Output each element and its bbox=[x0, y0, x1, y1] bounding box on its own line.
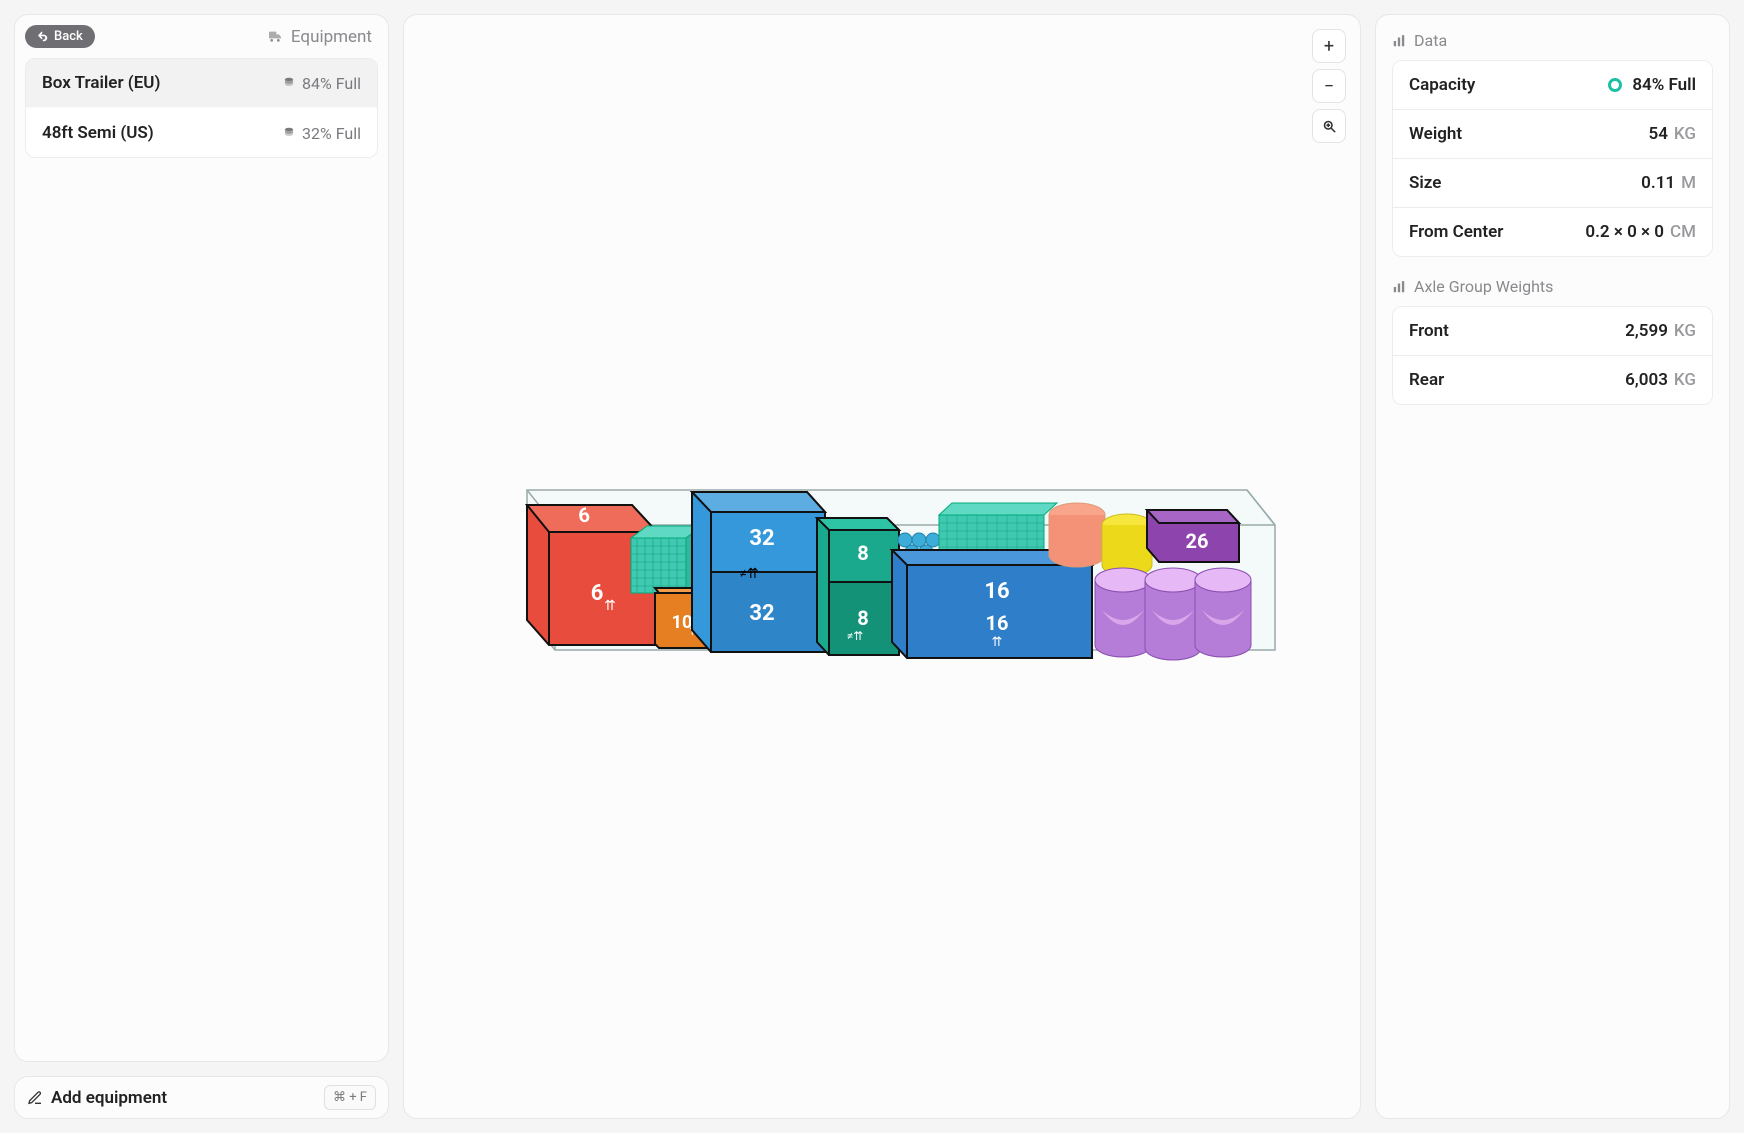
axle-section-title: Axle Group Weights bbox=[1392, 277, 1713, 296]
svg-text:32: 32 bbox=[749, 526, 774, 551]
data-row-capacity: Capacity 84% Full bbox=[1393, 61, 1712, 109]
svg-text:8: 8 bbox=[857, 606, 868, 630]
data-row-size: Size 0.11M bbox=[1393, 158, 1712, 207]
cargo-box-8: 8 8 ≠⇈ bbox=[817, 518, 899, 655]
cargo-box-32: 32 32 ≠⇈ bbox=[692, 492, 825, 652]
svg-text:⇈: ⇈ bbox=[992, 635, 1003, 650]
cargo-drum-yellow bbox=[1102, 514, 1152, 576]
equipment-item-box-trailer[interactable]: Box Trailer (EU) 84% Full bbox=[26, 59, 377, 107]
data-row-from-center: From Center 0.2 × 0 × 0CM bbox=[1393, 207, 1712, 256]
equipment-fill: 32% Full bbox=[282, 124, 361, 143]
capacity-indicator-icon bbox=[1608, 78, 1622, 92]
axle-row-rear: Rear 6,003KG bbox=[1393, 355, 1712, 404]
cargo-box-16: 16 16 ⇈ bbox=[892, 550, 1092, 658]
svg-text:32: 32 bbox=[749, 601, 774, 626]
equipment-name: Box Trailer (EU) bbox=[42, 73, 160, 93]
back-arrow-icon bbox=[37, 31, 49, 43]
cargo-box-26: 26 bbox=[1147, 510, 1239, 562]
cargo-crates-center bbox=[939, 503, 1057, 555]
add-equipment-label: Add equipment bbox=[51, 1088, 167, 1108]
zoom-fit-button[interactable] bbox=[1312, 109, 1346, 143]
cargo-drums-violet bbox=[1095, 568, 1251, 660]
bar-chart-icon bbox=[1392, 34, 1406, 48]
svg-text:6: 6 bbox=[591, 581, 604, 606]
axle-row-front: Front 2,599KG bbox=[1393, 307, 1712, 355]
equipment-header: Equipment bbox=[267, 27, 372, 47]
equipment-name: 48ft Semi (US) bbox=[42, 123, 154, 143]
zoom-fit-icon bbox=[1322, 119, 1337, 134]
svg-text:16: 16 bbox=[986, 611, 1009, 635]
back-label: Back bbox=[54, 29, 83, 44]
data-row-weight: Weight 54KG bbox=[1393, 109, 1712, 158]
back-button[interactable]: Back bbox=[25, 25, 95, 48]
svg-text:26: 26 bbox=[1186, 529, 1209, 553]
svg-text:⇈: ⇈ bbox=[604, 598, 616, 614]
stack-icon bbox=[282, 126, 296, 140]
zoom-out-button[interactable]: − bbox=[1312, 69, 1346, 103]
svg-text:≠⇈: ≠⇈ bbox=[847, 629, 864, 643]
edit-icon bbox=[27, 1090, 43, 1106]
add-equipment-shortcut: ⌘ + F bbox=[324, 1085, 376, 1110]
zoom-in-button[interactable]: + bbox=[1312, 29, 1346, 63]
svg-text:16: 16 bbox=[984, 579, 1009, 604]
equipment-fill: 84% Full bbox=[282, 74, 361, 93]
svg-text:8: 8 bbox=[857, 541, 868, 565]
bar-chart-icon bbox=[1392, 280, 1406, 294]
viewport-3d[interactable]: + − 6 bbox=[403, 14, 1361, 1119]
svg-text:≠⇈: ≠⇈ bbox=[739, 566, 758, 582]
truck-icon bbox=[267, 29, 283, 45]
stack-icon bbox=[282, 76, 296, 90]
equipment-item-48ft-semi[interactable]: 48ft Semi (US) 32% Full bbox=[26, 109, 377, 157]
data-section-title: Data bbox=[1392, 31, 1713, 50]
scene-3d: 6 6 ⇈ 10 bbox=[487, 430, 1277, 704]
cargo-drum-salmon bbox=[1049, 503, 1105, 567]
add-equipment-bar[interactable]: Add equipment ⌘ + F bbox=[14, 1076, 389, 1119]
